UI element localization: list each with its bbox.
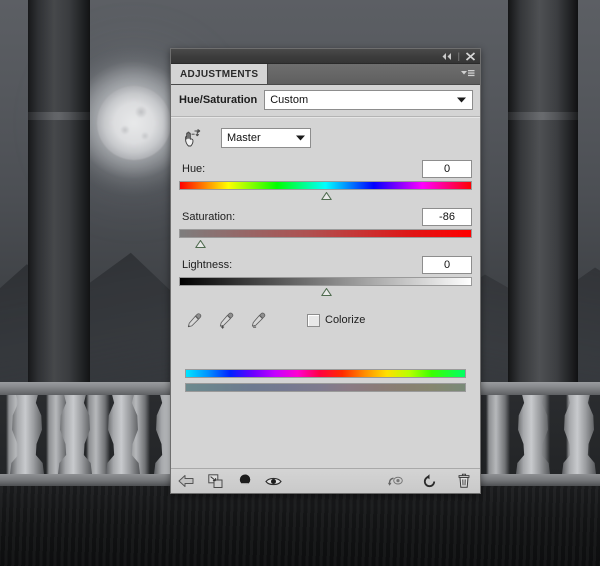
panel-menu-icon[interactable]	[460, 68, 475, 81]
eyedropper-sample-icon[interactable]	[185, 311, 203, 329]
titlebar-divider: |	[457, 51, 460, 61]
panel-body: Master Hue: 0 Saturation: -86 Lightness:…	[171, 118, 480, 392]
preview-previous-state-icon[interactable]	[387, 473, 404, 490]
panel-bottom-toolbar	[171, 468, 480, 493]
reset-adjustment-icon[interactable]	[421, 473, 438, 490]
panel-titlebar[interactable]: |	[171, 49, 480, 64]
eyedropper-subtract-icon[interactable]	[249, 311, 267, 329]
slider-group-saturation: Saturation: -86	[179, 208, 472, 249]
delete-adjustment-layer-icon[interactable]	[455, 473, 472, 490]
stone-column-right	[508, 0, 578, 430]
preset-row: Hue/Saturation Custom	[171, 85, 480, 115]
close-icon[interactable]	[465, 51, 476, 61]
hue-value-input[interactable]: 0	[422, 160, 472, 178]
on-image-adjustment-hand-icon[interactable]	[181, 128, 203, 148]
clip-to-layer-icon[interactable]	[207, 473, 224, 490]
double-left-arrow-icon[interactable]	[441, 52, 453, 61]
tabstrip-filler	[268, 64, 480, 84]
slider-group-hue: Hue: 0	[179, 160, 472, 201]
chevron-down-icon	[296, 132, 305, 144]
colorize-control[interactable]: Colorize	[307, 313, 366, 327]
lightness-slider-handle[interactable]	[320, 287, 332, 297]
adjustment-title: Hue/Saturation	[179, 94, 258, 106]
new-adjustment-preset-icon[interactable]	[236, 473, 253, 490]
channel-row: Master	[181, 128, 472, 148]
chevron-down-icon	[457, 94, 466, 106]
bottom-toolbar-right-group	[387, 473, 472, 490]
stone-ground	[0, 486, 600, 566]
tab-adjustments-label: ADJUSTMENTS	[180, 68, 259, 80]
colorize-checkbox[interactable]	[307, 313, 320, 327]
hue-header: Hue: 0	[179, 160, 472, 178]
hue-slider-handle[interactable]	[320, 191, 332, 201]
hue-value-text: 0	[443, 163, 451, 175]
saturation-value-input[interactable]: -86	[422, 208, 472, 226]
hue-track-wrap[interactable]	[179, 181, 472, 201]
saturation-header: Saturation: -86	[179, 208, 472, 226]
colorize-label: Colorize	[325, 314, 366, 326]
tab-adjustments[interactable]: ADJUSTMENTS	[171, 64, 269, 84]
hue-label: Hue:	[182, 163, 206, 175]
eyedropper-add-icon[interactable]	[217, 311, 235, 329]
adjustments-panel[interactable]: | ADJUSTMENTS Hue/Saturation Custom Mast…	[170, 48, 481, 494]
saturation-track-wrap[interactable]	[179, 229, 472, 249]
panel-tabstrip[interactable]: ADJUSTMENTS	[171, 64, 480, 85]
original-hue-spectrum-bar	[185, 369, 466, 378]
bottom-toolbar-left-group	[178, 473, 282, 490]
hue-track[interactable]	[179, 181, 472, 190]
tools-row: Colorize	[185, 311, 472, 329]
lightness-header: Lightness: 0	[179, 256, 472, 274]
return-to-adjustment-list-icon[interactable]	[178, 473, 195, 490]
lightness-track-wrap[interactable]	[179, 277, 472, 297]
lightness-track[interactable]	[179, 277, 472, 286]
moon	[97, 86, 171, 160]
channel-dropdown-value: Master	[227, 132, 261, 144]
saturation-label: Saturation:	[182, 211, 236, 223]
saturation-value-text: -86	[439, 211, 455, 223]
stone-column-left	[28, 0, 90, 430]
color-bars	[185, 369, 466, 392]
adjusted-hue-spectrum-bar[interactable]	[185, 383, 466, 392]
lightness-value-input[interactable]: 0	[422, 256, 472, 274]
saturation-slider-handle[interactable]	[194, 239, 206, 249]
lightness-value-text: 0	[443, 259, 451, 271]
saturation-track[interactable]	[179, 229, 472, 238]
lightness-label: Lightness:	[182, 259, 233, 271]
toggle-layer-visibility-icon[interactable]	[265, 473, 282, 490]
slider-group-lightness: Lightness: 0	[179, 256, 472, 297]
channel-dropdown[interactable]: Master	[221, 128, 311, 148]
preset-dropdown[interactable]: Custom	[264, 90, 473, 110]
preset-dropdown-value: Custom	[270, 94, 309, 106]
